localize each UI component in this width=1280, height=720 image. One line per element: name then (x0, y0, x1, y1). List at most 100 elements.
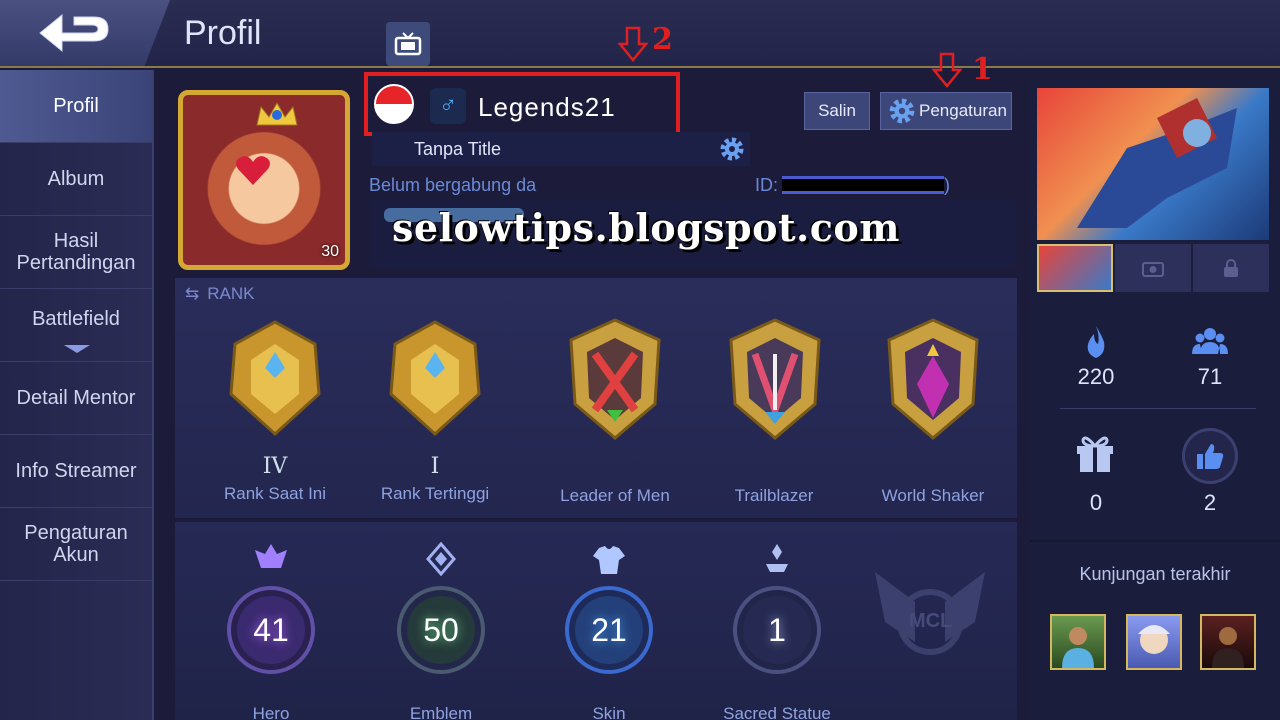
stat-label: Hero (252, 704, 290, 720)
sidebar-item-label: Hasil Pertandingan (16, 230, 136, 274)
player-title: Tanpa Title (414, 139, 502, 159)
stats-panel: 41 Hero 50 Emblem 21 Skin 1 Sacred Statu… (175, 522, 1017, 720)
swap-icon: ⇆ (185, 284, 200, 303)
rank-tier: I (430, 454, 440, 479)
trailblazer-badge-icon[interactable] (715, 314, 835, 444)
hero-count-stat[interactable]: 41 Hero (223, 544, 319, 720)
squad-status: Belum bergabung da (369, 175, 537, 195)
badge-label: Trailblazer (734, 486, 814, 505)
hero-count: 41 (253, 612, 289, 648)
sidebar-item-label: Album (47, 168, 105, 190)
annotation-highlight-box (364, 72, 680, 136)
annotation-arrow-down-icon (618, 26, 648, 62)
lock-icon (1224, 259, 1238, 277)
group-icon (1192, 328, 1228, 354)
recent-visits-title: Kunjungan terakhir (1079, 564, 1231, 584)
sidebar-item-label: Info Streamer (15, 460, 137, 482)
mythic-badge-icon[interactable] (215, 314, 335, 444)
gift-icon[interactable] (1073, 430, 1117, 474)
level-badge: 30 (321, 243, 339, 260)
sidebar-item-label: Pengaturan Akun (24, 522, 128, 566)
visitor-person-icon (1212, 627, 1244, 668)
gear-icon (889, 98, 915, 124)
stat-label: Sacred Statue (723, 704, 831, 720)
settings-button[interactable]: Pengaturan (880, 92, 1012, 130)
sidebar-item-pengaturan-akun[interactable]: Pengaturan Akun (0, 508, 152, 581)
visitor-avatar[interactable] (1126, 614, 1182, 670)
sidebar-item-info-streamer[interactable]: Info Streamer (0, 435, 152, 508)
visitor-person-icon (1062, 627, 1094, 668)
statue-icon (766, 544, 788, 572)
sacred-statue-count-stat[interactable]: 1 Sacred Statue (723, 544, 831, 720)
id-redacted (782, 176, 944, 194)
id-close-paren: ) (944, 175, 950, 195)
badge-label: Rank Tertinggi (380, 484, 490, 503)
like-button[interactable] (1182, 428, 1238, 484)
badge-label: Rank Saat Ini (223, 484, 327, 503)
mcl-logo: MCL (865, 552, 995, 672)
copy-button[interactable]: Salin (804, 92, 870, 130)
settings-label: Pengaturan (919, 101, 1007, 120)
camera-icon (1142, 262, 1164, 277)
tv-icon (394, 32, 422, 56)
back-button[interactable] (0, 0, 170, 66)
visitor-person-icon (1138, 625, 1170, 654)
chevron-down-icon (64, 345, 90, 353)
thumbs-up-icon (1197, 444, 1224, 469)
back-arrow-icon (39, 13, 109, 53)
sidebar-item-detail-mentor[interactable]: Detail Mentor (0, 362, 152, 435)
hero-thumb-2[interactable] (1115, 244, 1191, 292)
skin-count-stat[interactable]: 21 Skin (561, 546, 657, 720)
emblem-count-stat[interactable]: 50 Emblem (393, 542, 489, 720)
mythic-badge-icon[interactable] (375, 314, 495, 444)
heart-eyepatch-icon (236, 156, 270, 185)
sidebar-item-profil[interactable]: Profil (0, 70, 152, 143)
sidebar-item-label: Profil (53, 95, 99, 117)
visitor-avatar[interactable] (1200, 614, 1256, 670)
sacred-statue-count: 1 (768, 612, 786, 648)
like-count: 2 (1203, 490, 1217, 515)
mcl-label: MCL (909, 610, 953, 632)
divider (1030, 540, 1280, 542)
sidebar-item-battlefield[interactable]: Battlefield (0, 289, 152, 362)
friends-count: 71 (1197, 364, 1223, 389)
crown-icon (256, 101, 298, 126)
sidebar-item-album[interactable]: Album (0, 143, 152, 216)
rank-panel: ⇆ RANK IV Rank Saat Ini I Rank Tertinggi… (175, 278, 1017, 518)
skin-count: 21 (591, 612, 627, 648)
visitor-avatar[interactable] (1050, 614, 1106, 670)
badge-label: Leader of Men (560, 486, 670, 505)
emblem-icon (426, 542, 456, 576)
world-shaker-badge-icon[interactable] (873, 314, 993, 444)
annotation-label-2: 2 (652, 22, 673, 57)
hero-thumb-3[interactable] (1193, 244, 1269, 292)
hero-icon (255, 544, 287, 568)
watermark-text: selowtips.blogspot.com (392, 205, 900, 250)
leader-of-men-badge-icon[interactable] (555, 314, 675, 444)
rank-tier: IV (262, 454, 288, 479)
gift-count: 0 (1089, 490, 1103, 515)
sidebar-item-hasil-pertandingan[interactable]: Hasil Pertandingan (0, 216, 152, 289)
sidebar-item-label: Detail Mentor (16, 387, 136, 409)
page-title: Profil (184, 14, 262, 52)
badge-label: World Shaker (881, 486, 985, 505)
stat-label: Skin (592, 704, 626, 720)
divider (1060, 408, 1256, 409)
sidebar-item-label: Battlefield (32, 308, 120, 330)
rank-header[interactable]: ⇆ RANK (185, 284, 254, 304)
player-title-bar[interactable]: Tanpa Title (372, 132, 750, 166)
annotation-label-1: 1 (972, 52, 993, 87)
hero-thumb-1[interactable] (1037, 244, 1113, 292)
sidebar: Profil Album Hasil Pertandingan Battlefi… (0, 70, 154, 720)
popularity-count: 220 (1077, 364, 1115, 389)
annotation-arrow-down-icon (932, 52, 962, 88)
rank-header-label: RANK (207, 284, 255, 303)
hero-figure-icon (1077, 98, 1237, 228)
emblem-count: 50 (423, 612, 459, 648)
replay-tv-button[interactable] (386, 22, 430, 66)
hero-showcase-image[interactable] (1037, 88, 1269, 240)
skin-icon (593, 546, 625, 574)
stat-label: Emblem (409, 704, 473, 720)
gear-icon[interactable] (718, 135, 746, 163)
avatar[interactable]: 30 (178, 90, 350, 270)
